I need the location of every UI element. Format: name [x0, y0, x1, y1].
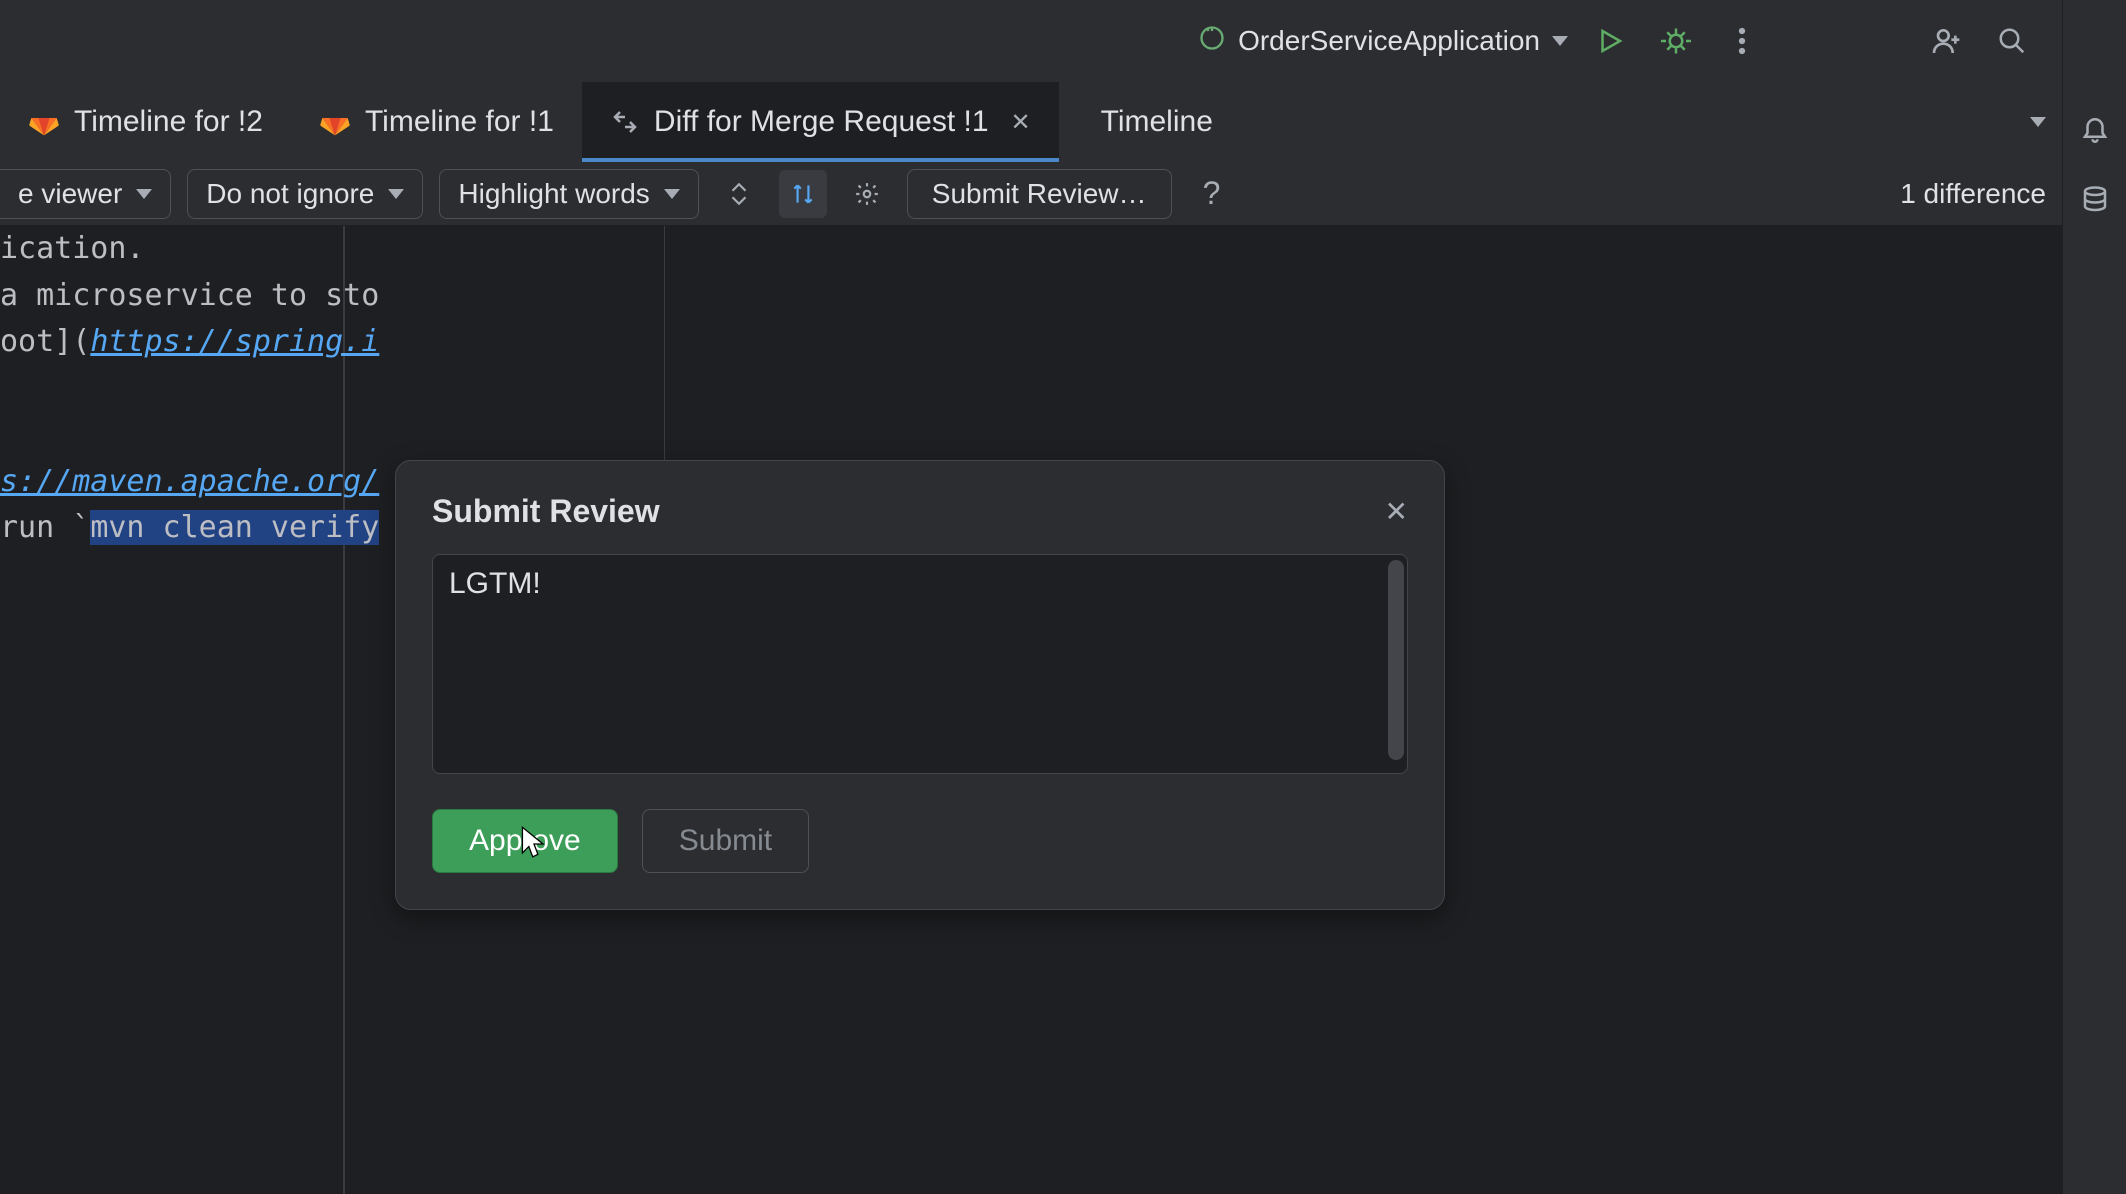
collapse-unchanged-button[interactable]	[715, 170, 763, 218]
database-button[interactable]	[2071, 176, 2119, 224]
dropdown-label: Highlight words	[458, 178, 649, 210]
editor-tabs: Timeline for !2 Timeline for !1 Diff for…	[0, 82, 2126, 162]
chevron-down-icon	[1552, 36, 1568, 46]
sync-scroll-button[interactable]	[779, 170, 827, 218]
search-button[interactable]	[1988, 17, 2036, 65]
mouse-cursor-icon	[520, 826, 548, 862]
tab-label: Timeline for !1	[365, 105, 554, 139]
textarea-scrollbar[interactable]	[1388, 560, 1404, 760]
gitlab-icon	[28, 106, 60, 138]
chevron-down-icon	[2030, 117, 2046, 127]
chevron-down-icon	[136, 189, 152, 199]
highlight-mode-dropdown[interactable]: Highlight words	[439, 169, 698, 219]
submit-button[interactable]: Submit	[642, 809, 809, 873]
run-button[interactable]	[1586, 17, 1634, 65]
debug-button[interactable]	[1652, 17, 1700, 65]
diff-icon	[610, 107, 640, 137]
gitlab-icon	[319, 106, 351, 138]
run-config-icon	[1198, 24, 1226, 59]
code-with-me-button[interactable]	[1922, 17, 1970, 65]
more-actions-button[interactable]	[1718, 17, 1766, 65]
tab-diff-mr-1[interactable]: Diff for Merge Request !1 ✕	[582, 82, 1059, 162]
tab-label: Timeline	[1101, 105, 1213, 139]
submit-review-popup: Submit Review ✕ Approve Submit	[395, 460, 1445, 910]
button-label: Submit Review…	[932, 178, 1147, 209]
dropdown-label: e viewer	[18, 178, 122, 210]
tab-timeline-truncated[interactable]: Timeline	[1059, 82, 1239, 162]
chevron-down-icon	[664, 189, 680, 199]
tab-label: Diff for Merge Request !1	[654, 105, 989, 139]
review-comment-textarea[interactable]	[432, 554, 1408, 774]
tabs-dropdown-button[interactable]	[2014, 98, 2062, 146]
dropdown-label: Do not ignore	[206, 178, 374, 210]
close-tab-button[interactable]: ✕	[1011, 108, 1031, 137]
diff-editor: ication. a microservice to sto oot](http…	[0, 226, 2062, 1194]
popup-title: Submit Review	[432, 493, 660, 530]
submit-review-toolbar-button[interactable]: Submit Review…	[907, 169, 1172, 219]
ignore-mode-dropdown[interactable]: Do not ignore	[187, 169, 423, 219]
diff-toolbar: e viewer Do not ignore Highlight words S…	[0, 162, 2126, 226]
diff-settings-button[interactable]	[843, 170, 891, 218]
notifications-button[interactable]	[2071, 104, 2119, 152]
run-config-label: OrderServiceApplication	[1238, 25, 1540, 57]
close-popup-button[interactable]: ✕	[1385, 495, 1408, 528]
diff-count-label: 1 difference	[1900, 178, 2046, 210]
left-diff-pane[interactable]: ication. a microservice to sto oot](http…	[0, 226, 379, 552]
main-toolbar: OrderServiceApplication	[0, 0, 2126, 82]
viewer-mode-dropdown[interactable]: e viewer	[0, 169, 171, 219]
run-configuration-selector[interactable]: OrderServiceApplication	[1198, 24, 1568, 59]
tab-timeline-1[interactable]: Timeline for !1	[291, 82, 582, 162]
chevron-down-icon	[388, 189, 404, 199]
tab-timeline-2[interactable]: Timeline for !2	[0, 82, 291, 162]
right-tool-rail	[2062, 0, 2126, 1194]
tab-label: Timeline for !2	[74, 105, 263, 139]
help-button[interactable]: ?	[1188, 170, 1236, 218]
